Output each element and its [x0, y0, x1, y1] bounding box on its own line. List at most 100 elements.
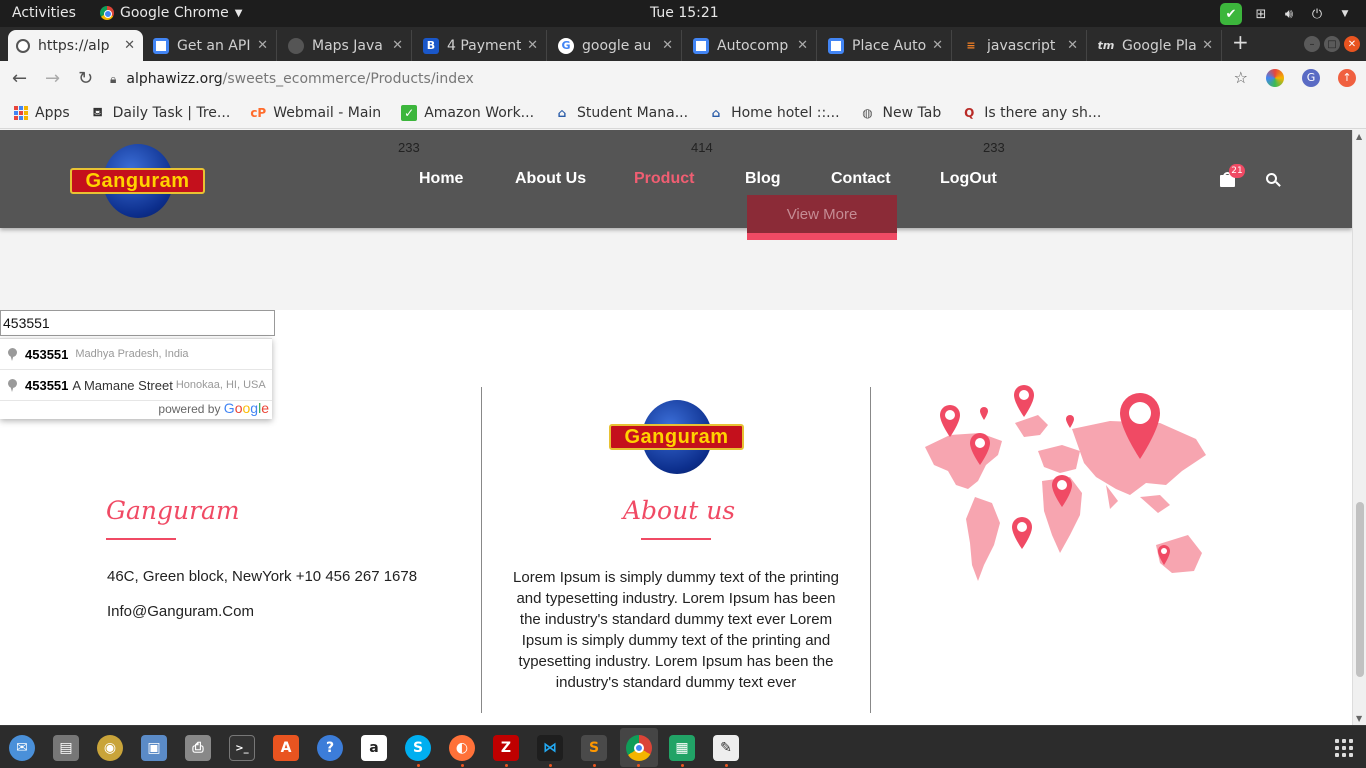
bookmark-item[interactable]: ⌂ Student Mana...: [554, 105, 688, 121]
update-check-icon[interactable]: ✔: [1220, 3, 1242, 25]
footer-email[interactable]: Info@Ganguram.Com: [107, 603, 254, 620]
address-bar[interactable]: 🔒︎ alphawizz.org/sweets_ecommerce/Produc…: [110, 65, 1250, 93]
close-icon[interactable]: ✕: [932, 38, 943, 53]
thunderbird-icon[interactable]: ✉: [9, 735, 35, 761]
tab-active[interactable]: https://alp ✕: [8, 30, 143, 61]
show-applications-icon[interactable]: [1335, 739, 1353, 757]
tab[interactable]: B 4 Payment ✕: [415, 30, 547, 61]
page-viewport: Ganguram 233 414 233 View More Home Abou…: [0, 130, 1352, 725]
tab[interactable]: Autocomp ✕: [685, 30, 817, 61]
tab[interactable]: G google au ✕: [550, 30, 682, 61]
autocomplete-dropdown: 453551 Madhya Pradesh, India 453551 A Ma…: [0, 338, 272, 419]
tab[interactable]: Get an API ✕: [145, 30, 277, 61]
amazon-icon[interactable]: a: [361, 735, 387, 761]
lock-icon[interactable]: 🔒︎: [110, 72, 116, 87]
update-icon[interactable]: ↑: [1338, 68, 1356, 87]
bookmark-item[interactable]: ⌂ Home hotel ::...: [708, 105, 840, 121]
help-icon[interactable]: ?: [317, 735, 343, 761]
bookmark-item[interactable]: ◍ New Tab: [860, 105, 941, 121]
close-icon[interactable]: ✕: [257, 38, 268, 53]
file-manager-icon[interactable]: ▤: [53, 735, 79, 761]
tab[interactable]: Maps Java ✕: [280, 30, 412, 61]
column-divider: [481, 387, 482, 713]
forward-button[interactable]: →: [45, 68, 60, 89]
view-more-button[interactable]: View More: [747, 195, 897, 240]
location-search-input[interactable]: 453551: [0, 310, 275, 336]
close-icon[interactable]: ✕: [124, 38, 135, 53]
filezilla-icon[interactable]: Z: [493, 735, 519, 761]
close-icon[interactable]: ✕: [1067, 38, 1078, 53]
bookmark-item[interactable]: Q Is there any sh...: [961, 105, 1101, 121]
trello-icon: ⛾: [92, 104, 103, 119]
terminal-icon[interactable]: >_: [229, 735, 255, 761]
vscode-icon[interactable]: ⋈: [537, 735, 563, 761]
tab[interactable]: Place Auto ✕: [820, 30, 952, 61]
logo-text: Ganguram: [609, 424, 744, 450]
bookmark-item[interactable]: ⛾ Daily Task | Tre...: [90, 105, 231, 121]
bookmark-star-icon[interactable]: ☆: [1234, 68, 1248, 87]
skype-icon[interactable]: S: [405, 735, 431, 761]
scroll-up-arrow[interactable]: ▲: [1356, 132, 1362, 141]
search-icon[interactable]: [1266, 173, 1281, 188]
rhythmbox-icon[interactable]: ◉: [97, 735, 123, 761]
autocomplete-suggestion[interactable]: 453551 A Mamane Street Honokaa, HI, USA: [0, 370, 272, 401]
close-icon[interactable]: ✕: [527, 38, 538, 53]
footer-logo: Ganguram: [609, 400, 744, 474]
stackoverflow-icon: ≡: [966, 39, 976, 52]
system-tray[interactable]: ✔ ⊞ 🔊︎ ⏻ ▼: [1220, 3, 1354, 25]
window-controls: – □ ✕: [1304, 36, 1360, 52]
github-icon: [288, 37, 304, 54]
running-indicator: [637, 764, 640, 767]
sublime-text-icon[interactable]: S: [581, 735, 607, 761]
site-logo[interactable]: Ganguram: [70, 144, 205, 218]
minimize-button[interactable]: –: [1304, 36, 1320, 52]
back-button[interactable]: ←: [12, 68, 27, 89]
close-icon[interactable]: ✕: [1202, 38, 1213, 53]
close-icon[interactable]: ✕: [392, 38, 403, 53]
tab-title: Google Pla: [1122, 37, 1197, 54]
footer-address: 46C, Green block, NewYork +10 456 267 16…: [107, 568, 418, 585]
maximize-button[interactable]: □: [1324, 36, 1340, 52]
reload-button[interactable]: ↻: [78, 68, 93, 89]
page-scrollbar[interactable]: ▲ ▼: [1352, 130, 1366, 725]
bookmark-item[interactable]: ✓ Amazon Work...: [401, 104, 534, 121]
autocomplete-suggestion[interactable]: 453551 Madhya Pradesh, India: [0, 339, 272, 370]
close-icon[interactable]: ✕: [797, 38, 808, 53]
tab[interactable]: tm Google Pla ✕: [1090, 30, 1222, 61]
chevron-down-icon: ▼: [234, 7, 243, 19]
cart-button[interactable]: 21: [1220, 164, 1245, 187]
new-tab-button[interactable]: +: [1232, 30, 1249, 54]
app-menu[interactable]: Google Chrome ▼: [100, 5, 242, 21]
firefox-icon[interactable]: ◐: [449, 735, 475, 761]
chrome-icon[interactable]: [626, 735, 652, 761]
bookmark-label: Apps: [35, 104, 70, 121]
window-close-button[interactable]: ✕: [1344, 36, 1360, 52]
software-center-icon[interactable]: A: [273, 735, 299, 761]
profile-avatar[interactable]: G: [1302, 68, 1320, 87]
nav-home[interactable]: Home: [419, 170, 463, 188]
maps-api-icon: [153, 37, 169, 54]
nav-product[interactable]: Product: [634, 170, 694, 188]
nav-contact[interactable]: Contact: [831, 170, 891, 188]
scroll-down-arrow[interactable]: ▼: [1356, 714, 1362, 723]
scroll-thumb[interactable]: [1356, 502, 1364, 677]
tab-title: https://alp: [38, 37, 110, 54]
tab[interactable]: ≡ javascript ✕: [955, 30, 1087, 61]
text-editor-icon[interactable]: ✎: [713, 735, 739, 761]
close-icon[interactable]: ✕: [662, 38, 673, 53]
spreadsheet-icon[interactable]: ▦: [669, 735, 695, 761]
activities-button[interactable]: Activities: [12, 5, 76, 21]
nav-logout[interactable]: LogOut: [940, 170, 997, 188]
suggestion-secondary: Madhya Pradesh, India: [75, 348, 189, 360]
nav-blog[interactable]: Blog: [745, 170, 781, 188]
nav-about-us[interactable]: About Us: [515, 170, 586, 188]
bookmark-apps[interactable]: Apps: [14, 105, 70, 121]
printer-icon[interactable]: ⎙: [185, 735, 211, 761]
title-underline: [106, 538, 176, 540]
running-indicator: [549, 764, 552, 767]
clock[interactable]: Tue 15:21: [650, 5, 719, 21]
bookmark-item[interactable]: cP Webmail - Main: [250, 105, 381, 121]
home-icon: ⌂: [557, 105, 567, 120]
image-viewer-icon[interactable]: ▣: [141, 735, 167, 761]
extension-icon[interactable]: [1266, 68, 1284, 87]
